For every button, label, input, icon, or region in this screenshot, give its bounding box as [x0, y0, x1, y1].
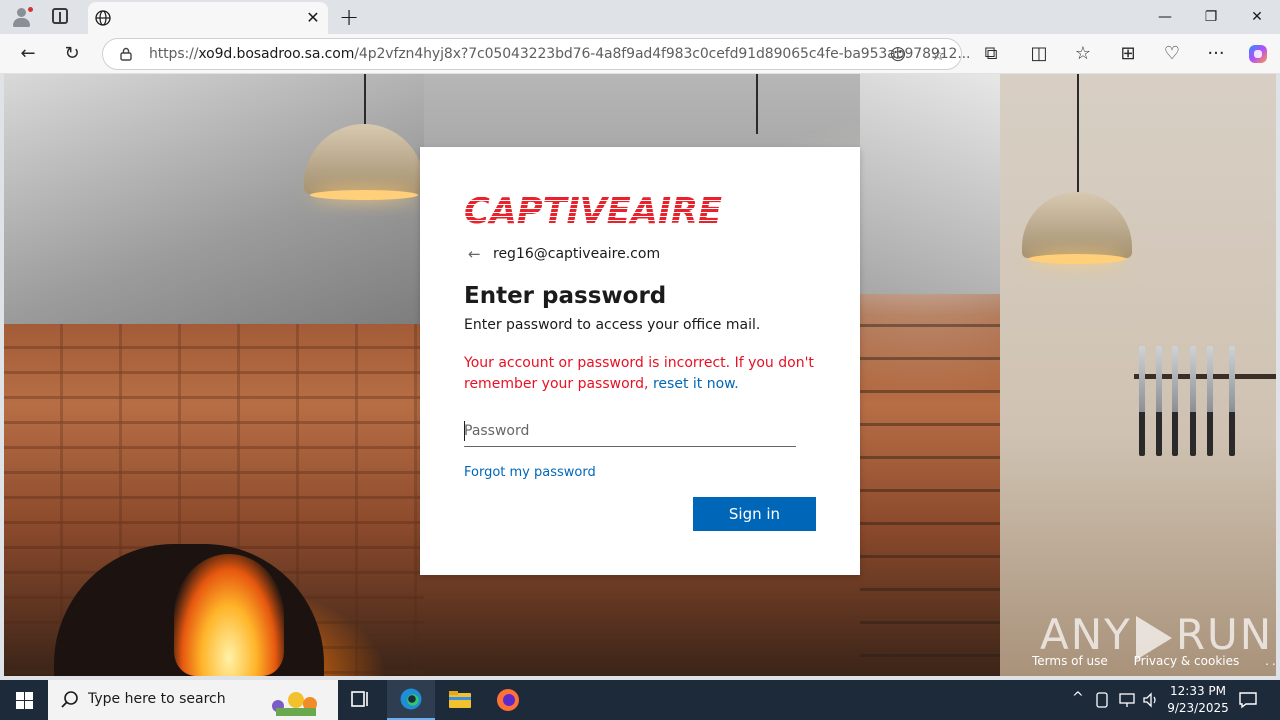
knife	[1229, 346, 1235, 456]
copilot-icon[interactable]	[1246, 42, 1270, 66]
url-text[interactable]: https://xo9d.bosadroo.sa.com/4p2vfzn4hyj…	[149, 46, 970, 62]
url-scheme: https://	[149, 46, 199, 62]
taskbar-clock[interactable]: 12:33 PM 9/23/2025	[1160, 683, 1236, 717]
page-footer: Terms of use Privacy & cookies ...	[1032, 654, 1276, 674]
task-view-icon[interactable]	[336, 680, 384, 720]
menu-icon[interactable]: ···	[1204, 42, 1228, 66]
knife	[1156, 346, 1162, 456]
globe-icon	[95, 10, 111, 26]
browser-toolbar: ← ↻ https://xo9d.bosadroo.sa.com/4p2vfzn…	[0, 34, 1280, 74]
page-subtitle: Enter password to access your office mai…	[464, 317, 761, 333]
privacy-cookies-link[interactable]: Privacy & cookies	[1134, 654, 1240, 668]
watermark-right: RUN	[1175, 610, 1274, 659]
reload-icon[interactable]: ↻	[60, 42, 84, 66]
edge-taskbar-icon[interactable]	[387, 680, 435, 720]
anyrun-watermark: ANY RUN	[1040, 610, 1273, 660]
tray-chevron-icon[interactable]: ^	[1072, 690, 1084, 706]
back-icon[interactable]: ←	[16, 42, 40, 66]
knife	[1190, 346, 1196, 456]
taskbar: Type here to search ^ 12:33 PM 9/23/2025	[0, 680, 1280, 720]
close-tab-icon[interactable]: ✕	[303, 7, 323, 29]
new-tab-button[interactable]: +	[338, 3, 360, 31]
text-caret	[464, 421, 465, 441]
knife	[1172, 346, 1178, 456]
sign-in-button[interactable]: Sign in	[693, 497, 816, 531]
notifications-icon[interactable]	[1238, 690, 1258, 710]
taskbar-search[interactable]: Type here to search	[48, 680, 338, 720]
firefox-icon[interactable]	[484, 680, 532, 720]
password-input[interactable]	[464, 415, 796, 447]
search-placeholder: Type here to search	[88, 691, 226, 707]
terms-of-use-link[interactable]: Terms of use	[1032, 654, 1108, 668]
background-flame	[174, 554, 284, 676]
performance-icon[interactable]: ♡	[1160, 42, 1184, 66]
url-path: /4p2vfzn4hyj8x?7c05043223bd76-4a8f9ad4f9…	[354, 46, 971, 62]
lock-icon[interactable]	[119, 47, 133, 61]
windows-start-icon[interactable]	[0, 680, 48, 720]
restore-button[interactable]: ❐	[1188, 0, 1234, 34]
favorite-star-icon[interactable]: ☆	[927, 44, 949, 66]
back-arrow-icon[interactable]: ←	[468, 244, 481, 264]
knife	[1139, 346, 1145, 456]
read-aloud-icon[interactable]: ☺	[887, 44, 909, 66]
split-screen-icon[interactable]: ◫	[1027, 42, 1051, 66]
favorites-icon[interactable]: ☆	[1071, 42, 1095, 66]
captiveaire-logo: CAPTIVEAIRE	[464, 191, 722, 229]
collections-icon[interactable]: ⊞	[1116, 42, 1140, 66]
url-host: xo9d.bosadroo.sa.com	[198, 46, 355, 62]
browser-tab[interactable]: ✕	[88, 2, 328, 34]
more-options-icon[interactable]: ...	[1265, 654, 1276, 668]
lamp-cord	[364, 74, 366, 124]
clock-date: 9/23/2025	[1167, 701, 1229, 715]
error-message: Your account or password is incorrect. I…	[464, 353, 814, 395]
lamp-cord	[1077, 74, 1079, 192]
lamp-cord	[756, 74, 758, 134]
device-icon[interactable]	[1094, 691, 1110, 709]
network-icon[interactable]	[1118, 691, 1136, 709]
tab-strip: ✕ + — ❐ ✕	[0, 0, 1280, 34]
background-stone-column	[860, 294, 1000, 676]
volume-icon[interactable]	[1142, 691, 1160, 709]
background-hood-right	[860, 74, 1000, 294]
address-bar[interactable]: https://xo9d.bosadroo.sa.com/4p2vfzn4hyj…	[102, 38, 970, 70]
search-icon	[61, 691, 78, 708]
profile-icon[interactable]	[12, 6, 34, 27]
play-icon	[1135, 615, 1172, 660]
flowers-icon	[272, 692, 317, 716]
reset-password-link[interactable]: reset it now.	[653, 376, 739, 392]
watermark-left: ANY	[1040, 610, 1132, 659]
close-window-button[interactable]: ✕	[1234, 0, 1280, 34]
knife	[1207, 346, 1213, 456]
extensions-icon[interactable]: ⧉	[979, 42, 1003, 66]
page-viewport: CAPTIVEAIRE ← reg16@captiveaire.com Ente…	[4, 74, 1276, 676]
page-title: Enter password	[464, 283, 667, 309]
login-card: CAPTIVEAIRE ← reg16@captiveaire.com Ente…	[420, 147, 860, 575]
error-text: Your account or password is incorrect. I…	[464, 355, 814, 392]
minimize-button[interactable]: —	[1142, 0, 1188, 34]
identity-email: reg16@captiveaire.com	[493, 246, 661, 262]
file-explorer-icon[interactable]	[436, 680, 484, 720]
forgot-password-link[interactable]: Forgot my password	[464, 465, 596, 480]
tab-actions-icon[interactable]	[52, 8, 68, 24]
clock-time: 12:33 PM	[1170, 684, 1226, 698]
svg-text:CAPTIVEAIRE: CAPTIVEAIRE	[464, 191, 722, 229]
